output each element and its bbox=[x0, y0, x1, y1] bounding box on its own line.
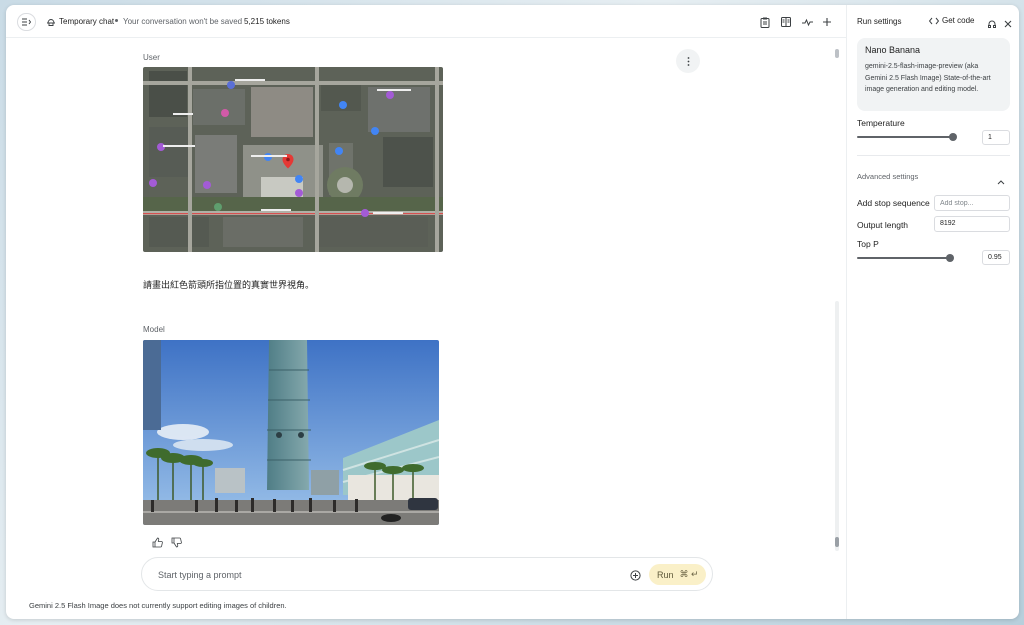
stop-sequence-input[interactable] bbox=[934, 195, 1010, 211]
scrollbar-track bbox=[835, 301, 839, 551]
compare-icon[interactable] bbox=[780, 16, 792, 28]
user-role-label: User bbox=[143, 53, 160, 62]
top-p-slider[interactable] bbox=[857, 254, 959, 262]
top-p-label: Top P bbox=[857, 239, 879, 249]
model-generated-image bbox=[143, 340, 439, 525]
user-prompt-text: 請畫出紅色箭頭所指位置的真實世界視角。 bbox=[143, 280, 315, 290]
reset-icon[interactable] bbox=[987, 16, 998, 28]
temperature-slider-track bbox=[857, 136, 953, 138]
branch-icon[interactable] bbox=[801, 16, 813, 28]
chat-scrollbar[interactable] bbox=[835, 49, 840, 551]
run-shortcut: ⌘ ↵ bbox=[679, 569, 699, 579]
chevron-up-icon[interactable] bbox=[997, 172, 1007, 185]
model-role-label: Model bbox=[143, 325, 165, 334]
temporary-chat-icon bbox=[47, 19, 55, 26]
prompt-box: Run ⌘ ↵ bbox=[141, 557, 713, 591]
sidebar-toggle-icon bbox=[22, 18, 31, 26]
top-bar: Temporary chat Your conversation won't b… bbox=[6, 5, 846, 38]
temperature-value[interactable]: 1 bbox=[982, 130, 1010, 145]
chat-main: Temporary chat Your conversation won't b… bbox=[6, 5, 846, 619]
get-code-label: Get code bbox=[942, 16, 975, 25]
more-options-button[interactable] bbox=[676, 49, 700, 73]
panel-title: Run settings bbox=[857, 17, 902, 26]
close-panel-icon[interactable] bbox=[1003, 16, 1014, 28]
user-map-image bbox=[143, 67, 443, 252]
output-length-input[interactable]: 8192 bbox=[934, 216, 1010, 232]
run-label: Run bbox=[657, 569, 674, 580]
stop-sequence-label: Add stop sequence bbox=[857, 198, 930, 208]
top-p-slider-knob[interactable] bbox=[946, 254, 954, 262]
temperature-slider-knob[interactable] bbox=[949, 133, 957, 141]
model-name: Nano Banana bbox=[865, 45, 921, 55]
thumbs-up-icon[interactable] bbox=[152, 535, 164, 548]
output-length-label: Output length bbox=[857, 220, 909, 230]
temperature-label: Temperature bbox=[857, 118, 905, 128]
scrollbar-thumb[interactable] bbox=[835, 537, 839, 547]
advanced-settings-label[interactable]: Advanced settings bbox=[857, 172, 918, 181]
top-p-value[interactable]: 0.95 bbox=[982, 250, 1010, 265]
settings-divider bbox=[857, 155, 1010, 156]
clipboard-icon[interactable] bbox=[759, 16, 771, 28]
chat-mode-label: Temporary chat bbox=[59, 17, 115, 26]
model-selector-card[interactable]: Nano Banana gemini-2.5-flash-image-previ… bbox=[857, 38, 1010, 111]
temperature-slider[interactable] bbox=[857, 133, 959, 141]
app-window: Temporary chat Your conversation won't b… bbox=[6, 5, 1019, 619]
get-code-button[interactable]: Get code bbox=[929, 16, 974, 25]
new-chat-plus-icon[interactable] bbox=[821, 16, 833, 28]
chat-note: Your conversation won't be saved bbox=[123, 17, 243, 26]
separator-dot bbox=[115, 19, 118, 22]
more-vert-icon bbox=[687, 56, 689, 66]
prompt-input[interactable] bbox=[158, 567, 598, 583]
thumbs-down-icon[interactable] bbox=[171, 535, 183, 548]
footer-note: Gemini 2.5 Flash Image does not currentl… bbox=[29, 601, 287, 610]
run-button[interactable]: Run ⌘ ↵ bbox=[649, 564, 706, 585]
run-settings-panel: Run settings Get code Nano Banana gemini… bbox=[846, 5, 1019, 619]
toggle-sidebar-button[interactable] bbox=[17, 13, 36, 31]
top-p-slider-track bbox=[857, 257, 950, 259]
code-icon bbox=[929, 17, 939, 24]
scrollbar-top-thumb bbox=[835, 49, 839, 58]
model-description: gemini-2.5-flash-image-preview (aka Gemi… bbox=[865, 63, 991, 93]
token-count: 5,215 tokens bbox=[244, 17, 290, 26]
add-media-icon[interactable] bbox=[630, 568, 643, 581]
